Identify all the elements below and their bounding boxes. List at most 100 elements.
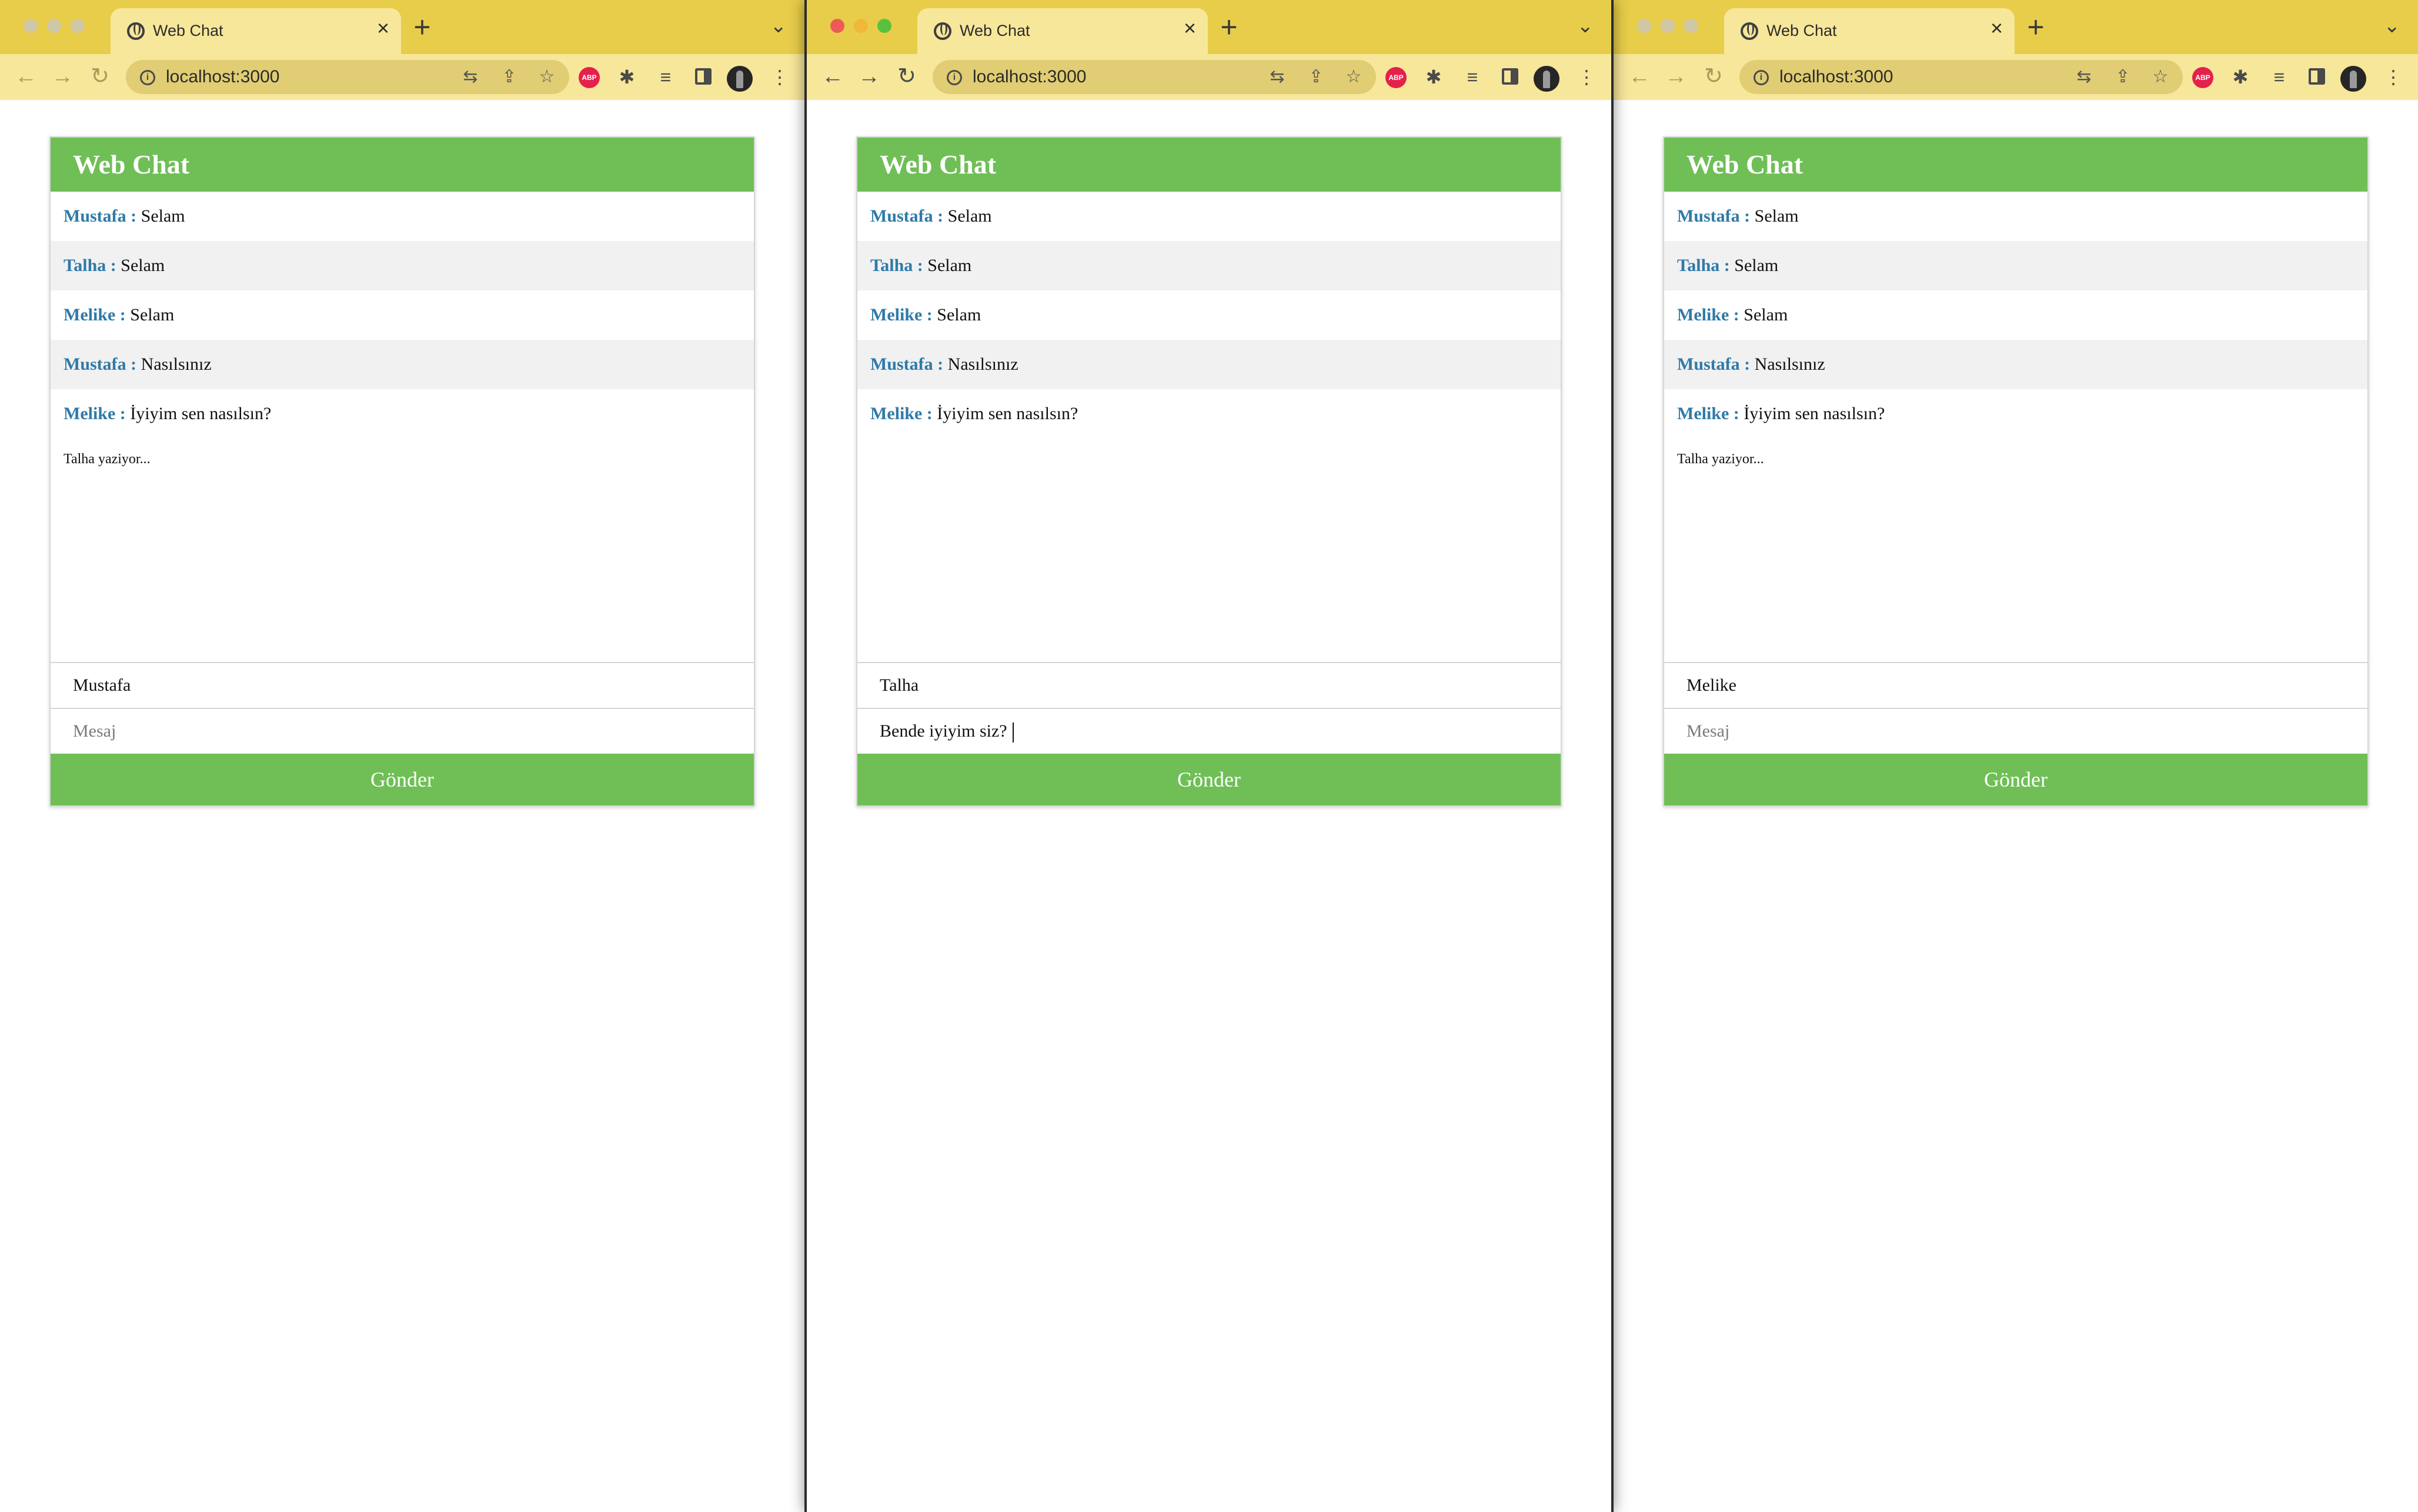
- back-button[interactable]: ←: [13, 65, 39, 88]
- reload-button[interactable]: ↻: [87, 65, 113, 88]
- extensions-icon[interactable]: ✱: [2227, 66, 2253, 88]
- message-item: Mustafa : Nasılsınız: [51, 340, 754, 389]
- chevron-down-icon[interactable]: ⌄: [2384, 14, 2401, 38]
- message-text: Nasılsınız: [943, 354, 1018, 374]
- reload-button[interactable]: ↻: [894, 65, 920, 88]
- send-button[interactable]: Gönder: [1664, 754, 2367, 805]
- bookmark-star-icon[interactable]: ☆: [1343, 68, 1364, 86]
- window-divider: [1611, 0, 1614, 1512]
- close-tab-icon[interactable]: ×: [1184, 16, 1196, 40]
- adblock-icon[interactable]: ABP: [579, 67, 600, 88]
- message-author: Melike :: [64, 404, 126, 423]
- maximize-window-button[interactable]: [1684, 19, 1698, 33]
- adblock-icon[interactable]: ABP: [1385, 67, 1407, 88]
- url-text: localhost:3000: [973, 67, 1087, 86]
- message-item: Talha : Selam: [51, 241, 754, 290]
- address-bar[interactable]: i localhost:3000 ⇆ ⇪ ☆: [933, 60, 1376, 94]
- message-list: Mustafa : Selam Talha : Selam Melike : Sel…: [857, 192, 1561, 662]
- side-panel-icon[interactable]: [2309, 68, 2325, 85]
- message-text: İyiyim sen nasılsın?: [1739, 404, 1885, 423]
- bookmark-star-icon[interactable]: ☆: [536, 68, 557, 86]
- chevron-down-icon[interactable]: ⌄: [1577, 14, 1594, 38]
- info-icon[interactable]: i: [140, 70, 155, 85]
- send-button[interactable]: Gönder: [51, 754, 754, 805]
- info-icon[interactable]: i: [1754, 70, 1769, 85]
- message-text: Nasılsınız: [1750, 354, 1825, 374]
- close-window-button[interactable]: [24, 19, 38, 33]
- info-icon[interactable]: i: [947, 70, 962, 85]
- menu-kebab-icon[interactable]: ⋮: [1574, 66, 1599, 88]
- bookmark-star-icon[interactable]: ☆: [2150, 68, 2171, 86]
- message-list: Mustafa : Selam Talha : Selam Melike : Sel…: [1664, 192, 2367, 662]
- minimize-window-button[interactable]: [1661, 19, 1675, 33]
- profile-avatar[interactable]: [2340, 66, 2366, 92]
- new-tab-button[interactable]: +: [1211, 9, 1247, 45]
- reading-list-icon[interactable]: ≡: [2266, 66, 2292, 88]
- browser-window-1: Web Chat × + ⌄ ← → ↻ i localhost:3000 ⇆ …: [0, 0, 804, 1512]
- new-tab-button[interactable]: +: [2018, 9, 2053, 45]
- menu-kebab-icon[interactable]: ⋮: [767, 66, 793, 88]
- address-bar[interactable]: i localhost:3000 ⇆ ⇪ ☆: [1739, 60, 2183, 94]
- extensions-icon[interactable]: ✱: [614, 66, 640, 88]
- profile-avatar[interactable]: [1534, 66, 1559, 92]
- message-item: Melike : İyiyim sen nasılsın?: [51, 389, 754, 439]
- forward-button[interactable]: →: [856, 65, 882, 88]
- name-input-value: Talha: [880, 675, 919, 695]
- translate-icon[interactable]: ⇆: [460, 68, 481, 86]
- minimize-window-button[interactable]: [854, 19, 868, 33]
- translate-icon[interactable]: ⇆: [1267, 68, 1288, 86]
- chevron-down-icon[interactable]: ⌄: [770, 14, 787, 38]
- browser-toolbar: ← → ↻ i localhost:3000 ⇆ ⇪ ☆ ABP ✱ ≡ ⋮: [807, 54, 1611, 100]
- name-input[interactable]: Melike: [1664, 662, 2367, 708]
- reading-list-icon[interactable]: ≡: [1460, 66, 1485, 88]
- message-item: Melike : İyiyim sen nasılsın?: [1664, 389, 2367, 439]
- close-window-button[interactable]: [830, 19, 844, 33]
- name-input-value: Melike: [1686, 675, 1736, 695]
- message-author: Melike :: [870, 305, 933, 325]
- message-item: Melike : İyiyim sen nasılsın?: [857, 389, 1561, 439]
- name-input[interactable]: Talha: [857, 662, 1561, 708]
- close-tab-icon[interactable]: ×: [377, 16, 389, 40]
- send-button[interactable]: Gönder: [857, 754, 1561, 805]
- browser-tab[interactable]: Web Chat ×: [1724, 8, 2015, 54]
- forward-button[interactable]: →: [1663, 65, 1689, 88]
- message-input[interactable]: Mesaj: [51, 708, 754, 754]
- window-controls: [1637, 19, 1698, 33]
- browser-tab[interactable]: Web Chat ×: [917, 8, 1208, 54]
- tab-title: Web Chat: [153, 22, 223, 39]
- share-icon[interactable]: ⇪: [1305, 68, 1327, 86]
- close-tab-icon[interactable]: ×: [1990, 16, 2003, 40]
- profile-avatar[interactable]: [727, 66, 753, 92]
- share-icon[interactable]: ⇪: [499, 68, 520, 86]
- share-icon[interactable]: ⇪: [2112, 68, 2133, 86]
- name-input[interactable]: Mustafa: [51, 662, 754, 708]
- tab-strip: Web Chat × + ⌄: [1614, 0, 2418, 54]
- back-button[interactable]: ←: [1627, 65, 1652, 88]
- menu-kebab-icon[interactable]: ⋮: [2380, 66, 2406, 88]
- new-tab-button[interactable]: +: [405, 9, 440, 45]
- close-window-button[interactable]: [1637, 19, 1651, 33]
- reload-button[interactable]: ↻: [1701, 65, 1726, 88]
- maximize-window-button[interactable]: [71, 19, 85, 33]
- forward-button[interactable]: →: [49, 65, 75, 88]
- side-panel-icon[interactable]: [695, 68, 712, 85]
- side-panel-icon[interactable]: [1502, 68, 1518, 85]
- message-text: Selam: [932, 305, 981, 325]
- message-item: Mustafa : Nasılsınız: [1664, 340, 2367, 389]
- message-input-placeholder: Mesaj: [1686, 721, 1730, 741]
- back-button[interactable]: ←: [820, 65, 846, 88]
- minimize-window-button[interactable]: [47, 19, 61, 33]
- window-divider: [804, 0, 807, 1512]
- address-bar[interactable]: i localhost:3000 ⇆ ⇪ ☆: [126, 60, 569, 94]
- browser-tab[interactable]: Web Chat ×: [111, 8, 401, 54]
- extensions-icon[interactable]: ✱: [1421, 66, 1447, 88]
- message-item: Melike : Selam: [857, 290, 1561, 340]
- translate-icon[interactable]: ⇆: [2073, 68, 2095, 86]
- reading-list-icon[interactable]: ≡: [653, 66, 679, 88]
- message-text: Selam: [1750, 206, 1799, 226]
- message-input[interactable]: Mesaj: [1664, 708, 2367, 754]
- maximize-window-button[interactable]: [877, 19, 891, 33]
- adblock-icon[interactable]: ABP: [2192, 67, 2213, 88]
- text-caret: [1013, 722, 1014, 743]
- message-input[interactable]: Bende iyiyim siz?: [857, 708, 1561, 754]
